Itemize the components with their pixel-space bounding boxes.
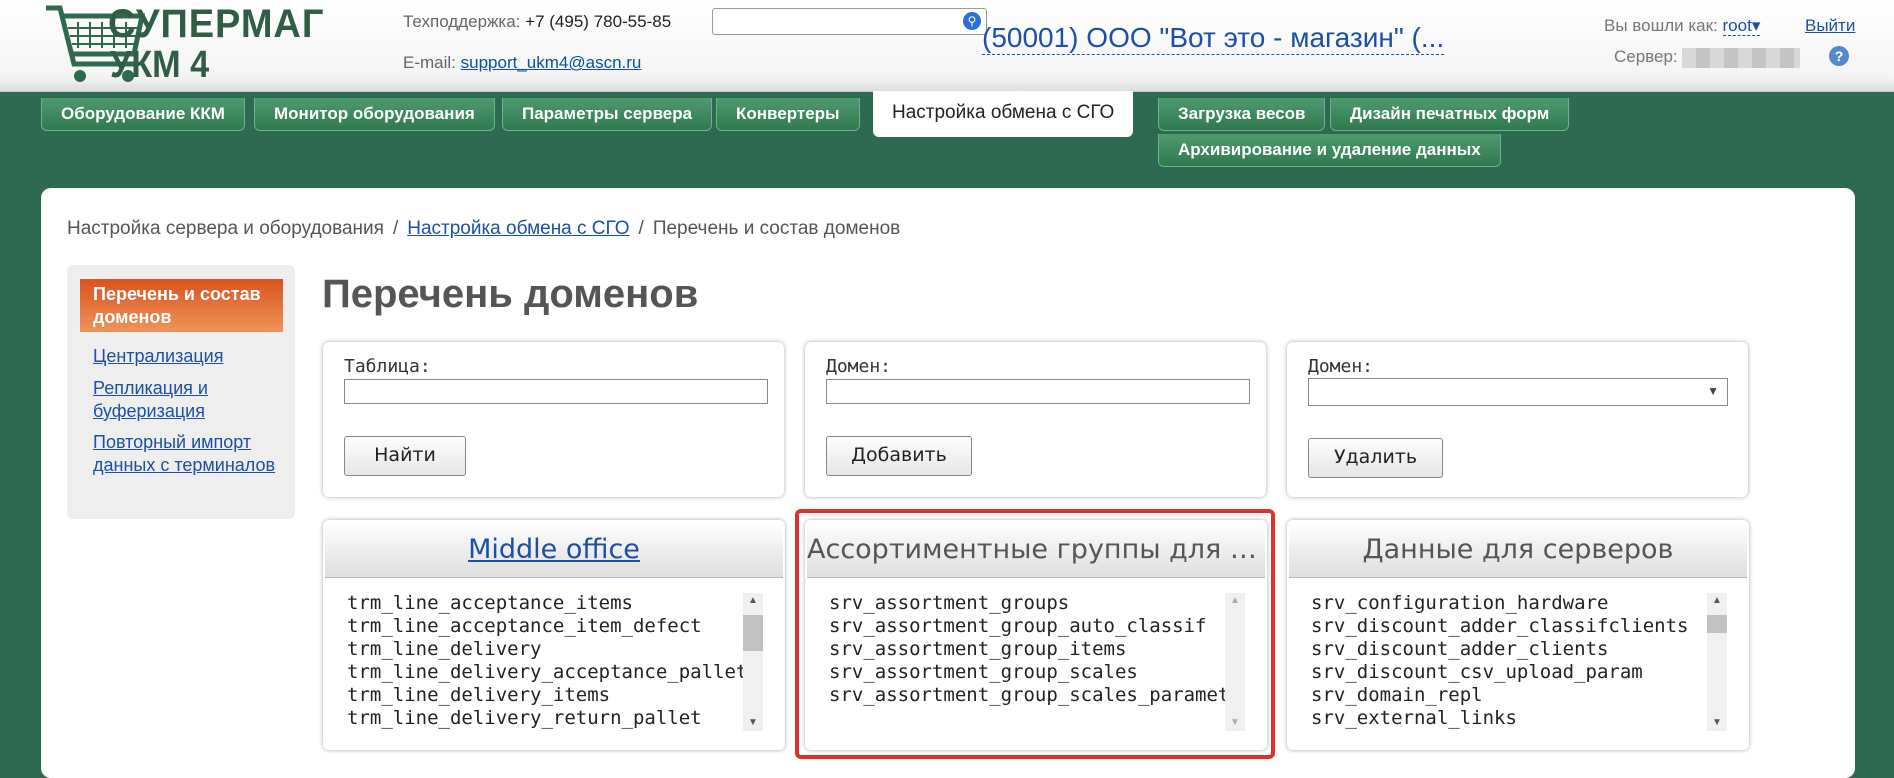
domain-delete-label: Домен: bbox=[1308, 356, 1374, 377]
sidebar-item-domains-active[interactable]: Перечень и состав доменов bbox=[80, 279, 283, 332]
store-selector[interactable]: (50001) ООО "Вот это - магазин" (... bbox=[982, 22, 1445, 55]
tab-kkm-equipment[interactable]: Оборудование ККМ bbox=[41, 98, 245, 131]
list-item[interactable]: srv_domain_repl bbox=[1311, 684, 1719, 707]
table-label: Таблица: bbox=[344, 356, 431, 377]
list-item[interactable]: srv_discount_adder_clients bbox=[1311, 638, 1719, 661]
user-menu[interactable]: root▾ bbox=[1722, 16, 1761, 36]
breadcrumb-current: Перечень и состав доменов bbox=[652, 218, 901, 239]
list-item[interactable]: trm_line_delivery_return_pallet bbox=[347, 707, 755, 730]
breadcrumb: Настройка сервера и оборудования / Настрой… bbox=[67, 218, 900, 240]
page-title: Перечень доменов bbox=[322, 272, 699, 316]
list-item[interactable]: trm_line_delivery_items bbox=[347, 684, 755, 707]
domain-select[interactable]: ▼ bbox=[1308, 378, 1728, 406]
domain-list-title-link[interactable]: Middle office bbox=[325, 522, 783, 578]
scroll-thumb[interactable] bbox=[1707, 615, 1727, 633]
sidebar: Перечень и состав доменов Централизация … bbox=[67, 265, 295, 519]
table-input[interactable] bbox=[344, 379, 768, 404]
user-name[interactable]: root bbox=[1723, 16, 1752, 35]
search-input[interactable]: ⚲ bbox=[712, 8, 987, 35]
tab-sgo-exchange[interactable]: Настройка обмена с СГО bbox=[873, 91, 1134, 137]
breadcrumb-root: Настройка сервера и оборудования bbox=[67, 218, 384, 239]
scrollbar[interactable]: ▲ ▼ bbox=[743, 593, 763, 731]
domain-add-card: Домен: Добавить bbox=[805, 342, 1266, 497]
list-item[interactable]: trm_line_acceptance_items bbox=[347, 592, 755, 615]
tab-archive-delete-data[interactable]: Архивирование и удаление данных bbox=[1158, 134, 1501, 167]
list-item[interactable]: srv_configuration_hardware bbox=[1311, 592, 1719, 615]
list-item[interactable]: srv_discount_adder_classifclients bbox=[1311, 615, 1719, 638]
tab-print-forms-design[interactable]: Дизайн печатных форм bbox=[1330, 98, 1570, 131]
breadcrumb-link-sgo-exchange[interactable]: Настройка обмена с СГО bbox=[407, 218, 629, 239]
tab-equipment-monitor[interactable]: Монитор оборудования bbox=[254, 98, 495, 131]
tab-converters[interactable]: Конвертеры bbox=[716, 98, 860, 131]
domain-list-card: Middle office trm_line_acceptance_items … bbox=[323, 520, 785, 750]
email-link[interactable]: support_ukm4@ascn.ru bbox=[461, 53, 642, 72]
domain-list-card: Данные для серверов srv_configuration_ha… bbox=[1287, 520, 1749, 750]
breadcrumb-separator: / bbox=[392, 218, 399, 239]
list-item[interactable]: srv_external_links bbox=[1311, 707, 1719, 730]
header: СУПЕРМАГ УКМ 4 Техподдержка: +7 (495) 78… bbox=[0, 0, 1894, 92]
support-email: E-mail: support_ukm4@ascn.ru bbox=[403, 53, 641, 73]
tab-server-params[interactable]: Параметры сервера bbox=[502, 98, 713, 131]
domain-add-input[interactable] bbox=[826, 379, 1250, 404]
logged-in-info: Вы вошли как: root▾ bbox=[1604, 16, 1761, 36]
list-item[interactable]: trm_line_delivery_acceptance_pallet bbox=[347, 661, 755, 684]
scrollbar[interactable]: ▲ ▼ bbox=[1707, 593, 1727, 731]
server-label: Сервер: bbox=[1614, 47, 1678, 66]
highlight-box bbox=[795, 509, 1275, 759]
domain-list-title: Данные для серверов bbox=[1289, 522, 1747, 578]
add-button[interactable]: Добавить bbox=[826, 436, 972, 476]
scroll-thumb[interactable] bbox=[743, 615, 763, 651]
support-phone: Техподдержка: +7 (495) 780-55-85 bbox=[403, 12, 671, 32]
support-label: Техподдержка: bbox=[403, 12, 521, 31]
search-icon[interactable]: ⚲ bbox=[963, 12, 981, 30]
domain-add-label: Домен: bbox=[826, 356, 892, 377]
logged-as-label: Вы вошли как: bbox=[1604, 16, 1718, 35]
sidebar-item-centralization[interactable]: Централизация bbox=[93, 345, 283, 368]
scroll-up-icon[interactable]: ▲ bbox=[743, 593, 763, 609]
server-value-redacted bbox=[1681, 47, 1800, 68]
support-phone-value: +7 (495) 780-55-85 bbox=[525, 12, 672, 31]
domain-table-list[interactable]: srv_configuration_hardware srv_discount_… bbox=[1311, 592, 1719, 732]
email-label: E-mail: bbox=[403, 53, 456, 72]
list-item[interactable]: srv_discount_csv_upload_param bbox=[1311, 661, 1719, 684]
sidebar-item-reimport[interactable]: Повторный импорт данных с терминалов bbox=[93, 431, 283, 477]
tab-scales-upload[interactable]: Загрузка весов bbox=[1158, 98, 1326, 131]
scroll-down-icon[interactable]: ▼ bbox=[743, 715, 763, 731]
scroll-up-icon[interactable]: ▲ bbox=[1707, 593, 1727, 609]
domain-delete-card: Домен: ▼ Удалить bbox=[1287, 342, 1748, 497]
find-button[interactable]: Найти bbox=[344, 436, 466, 476]
help-icon[interactable]: ? bbox=[1829, 46, 1849, 66]
list-item[interactable]: trm_line_delivery bbox=[347, 638, 755, 661]
logo-title: СУПЕРМАГ bbox=[108, 2, 325, 46]
domain-table-list[interactable]: trm_line_acceptance_items trm_line_accep… bbox=[347, 592, 755, 732]
chevron-down-icon[interactable]: ▾ bbox=[1752, 16, 1761, 35]
breadcrumb-separator: / bbox=[638, 218, 644, 239]
table-search-card: Таблица: Найти bbox=[323, 342, 784, 497]
logo-subtitle: УКМ 4 bbox=[110, 44, 210, 86]
logout-link[interactable]: Выйти bbox=[1805, 16, 1855, 36]
server-info: Сервер: bbox=[1614, 47, 1800, 68]
list-item[interactable]: trm_line_acceptance_item_defect bbox=[347, 615, 755, 638]
sidebar-item-replication[interactable]: Репликация и буферизация bbox=[93, 377, 283, 423]
dropdown-arrow-icon[interactable]: ▼ bbox=[1707, 384, 1719, 398]
scroll-down-icon[interactable]: ▼ bbox=[1707, 715, 1727, 731]
delete-button[interactable]: Удалить bbox=[1308, 438, 1443, 478]
